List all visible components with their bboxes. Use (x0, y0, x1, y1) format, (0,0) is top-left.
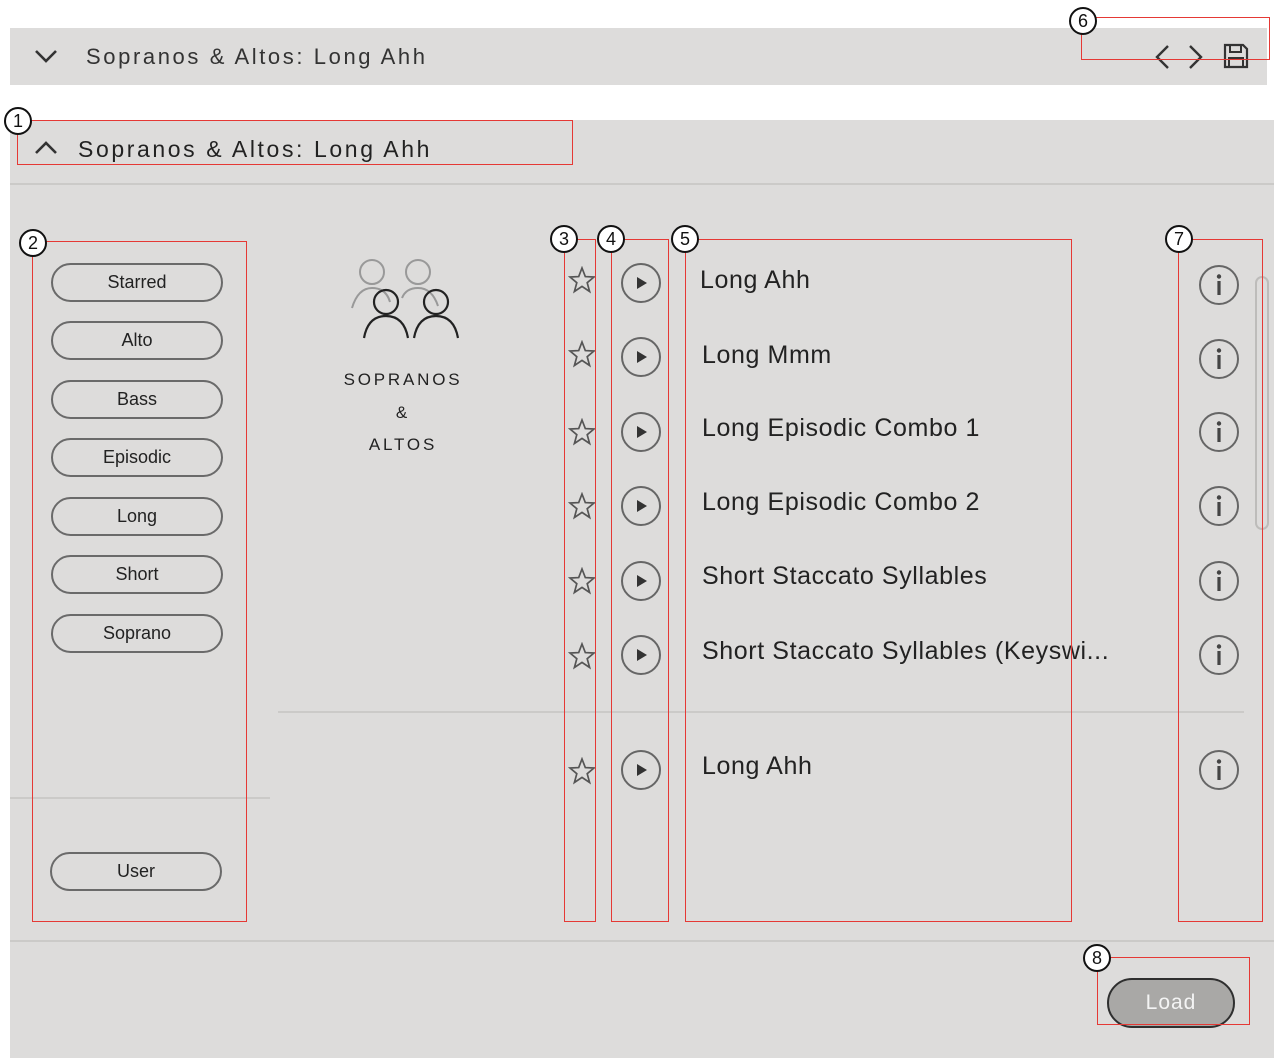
annotation-badge: 6 (1069, 7, 1097, 35)
play-icon[interactable] (620, 336, 662, 378)
tag-long[interactable]: Long (51, 497, 223, 536)
chevron-up-icon[interactable] (34, 140, 58, 156)
play-icon[interactable] (620, 262, 662, 304)
tag-bass[interactable]: Bass (51, 380, 223, 419)
load-button[interactable]: Load (1107, 978, 1235, 1028)
preset-name[interactable]: Long Episodic Combo 2 (702, 488, 980, 517)
annotation-badge: 2 (19, 229, 47, 257)
category-label-line1: SOPRANOS (343, 370, 463, 389)
play-icon[interactable] (620, 749, 662, 791)
preset-header-bar: Sopranos & Altos: Long Ahh (10, 28, 1267, 85)
category-label-line3: ALTOS (368, 435, 438, 454)
divider (278, 711, 1244, 713)
scrollbar[interactable] (1255, 276, 1269, 530)
play-icon[interactable] (620, 560, 662, 602)
info-icon[interactable] (1198, 485, 1240, 527)
tag-user[interactable]: User (50, 852, 222, 891)
chevron-right-icon[interactable] (1185, 44, 1205, 70)
star-icon[interactable] (568, 642, 596, 670)
star-icon[interactable] (568, 340, 596, 368)
people-group-icon (351, 259, 460, 339)
divider (10, 183, 1274, 185)
annotation-badge: 7 (1165, 225, 1193, 253)
preset-name[interactable]: Short Staccato Syllables (702, 562, 987, 591)
annotation-badge: 1 (4, 107, 32, 135)
info-icon[interactable] (1198, 634, 1240, 676)
divider (10, 940, 1274, 942)
preset-name[interactable]: Long Mmm (702, 341, 832, 370)
preset-name[interactable]: Short Staccato Syllables (Keyswi... (702, 637, 1109, 666)
tag-soprano[interactable]: Soprano (51, 614, 223, 653)
preset-name[interactable]: Long Ahh (700, 266, 810, 295)
chevron-down-icon[interactable] (34, 48, 58, 64)
info-icon[interactable] (1198, 749, 1240, 791)
divider (10, 797, 270, 799)
play-icon[interactable] (620, 634, 662, 676)
category-label-line2: & (395, 403, 411, 422)
annotation-badge: 3 (550, 225, 578, 253)
tag-starred[interactable]: Starred (51, 263, 223, 302)
chevron-left-icon[interactable] (1153, 44, 1173, 70)
star-icon[interactable] (568, 757, 596, 785)
info-icon[interactable] (1198, 264, 1240, 306)
tag-alto[interactable]: Alto (51, 321, 223, 360)
tag-episodic[interactable]: Episodic (51, 438, 223, 477)
annotation-badge: 5 (671, 225, 699, 253)
annotation-badge: 4 (597, 225, 625, 253)
save-icon[interactable] (1222, 42, 1250, 70)
user-preset-name[interactable]: Long Ahh (702, 752, 812, 781)
play-icon[interactable] (620, 485, 662, 527)
preset-name[interactable]: Long Episodic Combo 1 (702, 414, 980, 443)
star-icon[interactable] (568, 266, 596, 294)
star-icon[interactable] (568, 418, 596, 446)
info-icon[interactable] (1198, 338, 1240, 380)
annotation-badge: 8 (1083, 944, 1111, 972)
tag-short[interactable]: Short (51, 555, 223, 594)
info-icon[interactable] (1198, 560, 1240, 602)
panel-title[interactable]: Sopranos & Altos: Long Ahh (78, 136, 432, 163)
info-icon[interactable] (1198, 411, 1240, 453)
star-icon[interactable] (568, 567, 596, 595)
play-icon[interactable] (620, 411, 662, 453)
header-title[interactable]: Sopranos & Altos: Long Ahh (86, 44, 428, 70)
star-icon[interactable] (568, 492, 596, 520)
